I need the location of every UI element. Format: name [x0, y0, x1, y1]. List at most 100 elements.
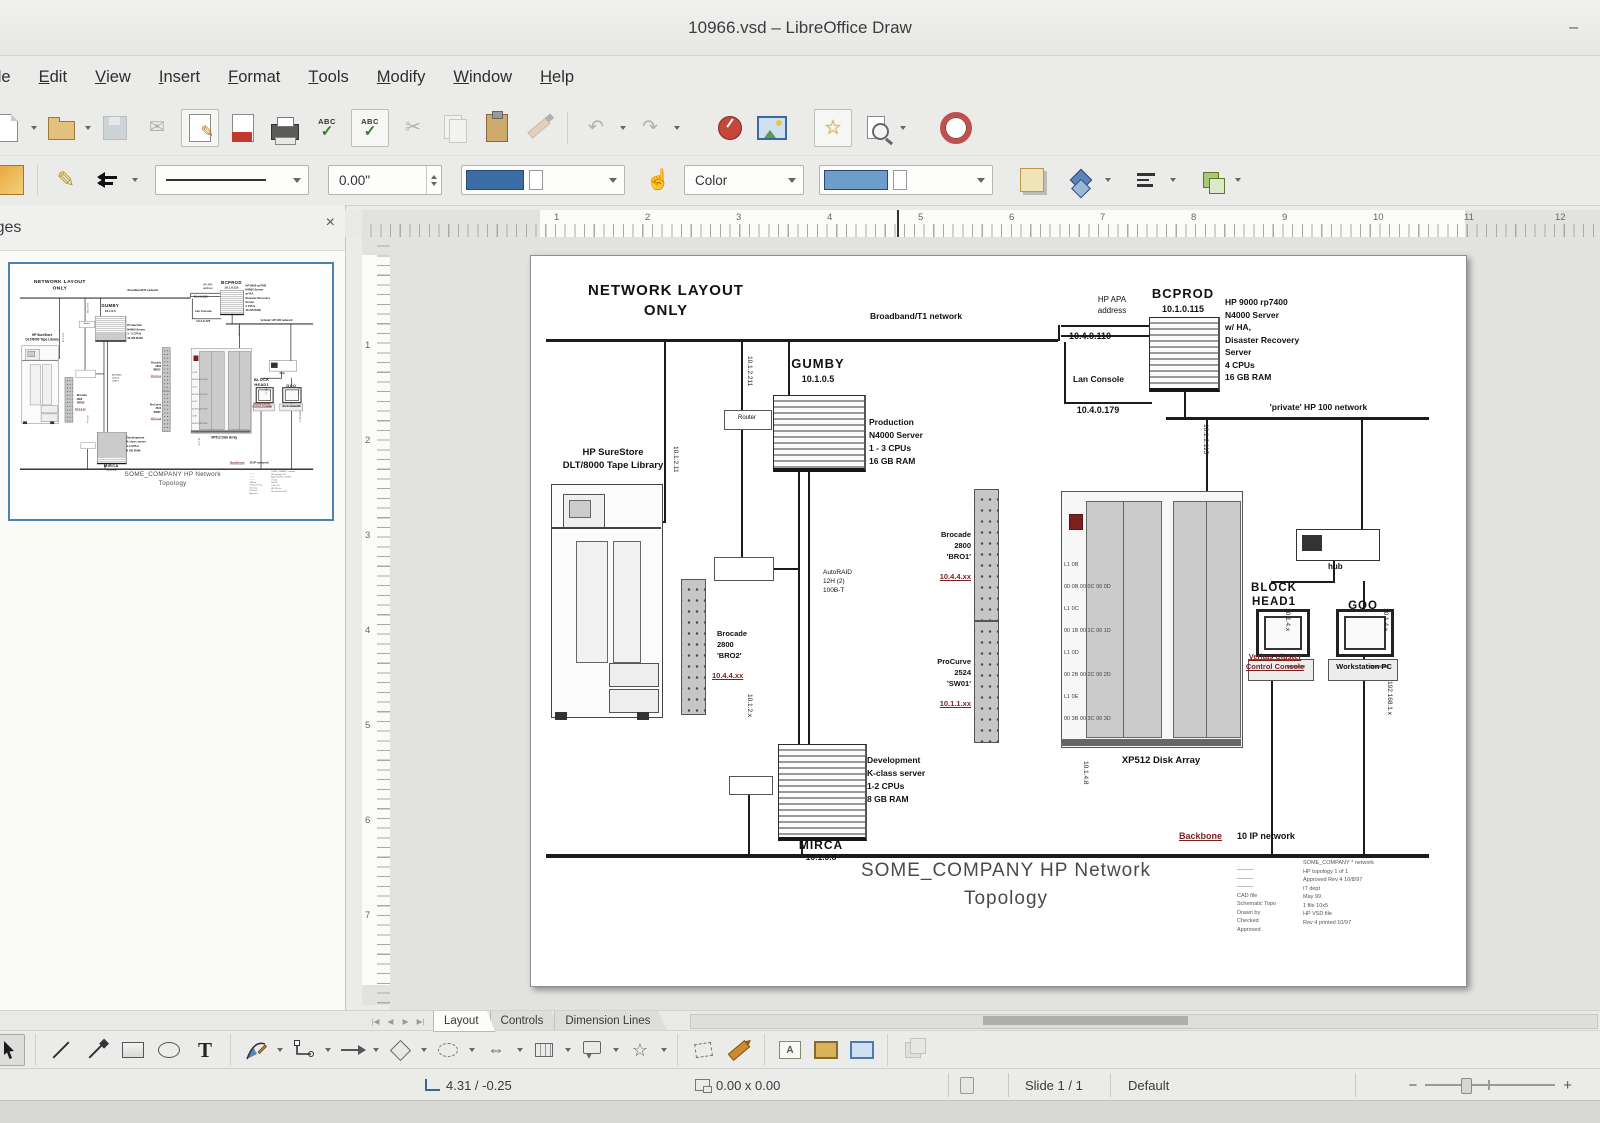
gallery-icon[interactable] [811, 1035, 841, 1065]
lines-arrows-dropdown-icon[interactable] [373, 1048, 379, 1052]
email-document-icon[interactable]: ✉ [139, 110, 175, 146]
symbol-shapes-tool-icon[interactable] [433, 1035, 463, 1065]
modified-indicator[interactable] [960, 1069, 974, 1101]
new-document-icon[interactable] [0, 110, 25, 146]
points-tool-icon[interactable] [688, 1035, 718, 1065]
redo-dropdown-icon[interactable] [674, 126, 680, 130]
copy-icon[interactable] [437, 110, 473, 146]
open-document-icon[interactable] [43, 110, 79, 146]
zoom-slider[interactable]: − + [1408, 1069, 1572, 1101]
clone-formatting-icon[interactable] [521, 110, 557, 146]
callouts-dropdown-icon[interactable] [613, 1048, 619, 1052]
flowchart-dropdown-icon[interactable] [565, 1048, 571, 1052]
zoom-page-icon[interactable] [858, 110, 894, 146]
zoom-dropdown-icon[interactable] [900, 126, 906, 130]
line-color-select[interactable] [461, 165, 625, 195]
curve-tool-icon[interactable] [241, 1035, 271, 1065]
redo-icon[interactable]: ↷ [632, 110, 668, 146]
menu-item-window[interactable]: Window [439, 55, 526, 100]
save-icon[interactable] [97, 110, 133, 146]
shadow-icon[interactable] [1014, 162, 1050, 198]
flowchart-tool-icon[interactable] [529, 1035, 559, 1065]
tab-controls[interactable]: Controls [490, 1011, 561, 1032]
tab-layout[interactable]: Layout [433, 1011, 496, 1032]
chart-icon[interactable] [712, 110, 748, 146]
undo-dropdown-icon[interactable] [620, 126, 626, 130]
menu-item-format[interactable]: Format [214, 55, 294, 100]
insert-image-icon[interactable] [754, 110, 790, 146]
open-dropdown-icon[interactable] [85, 126, 91, 130]
connector-dropdown-icon[interactable] [325, 1048, 331, 1052]
curve-dropdown-icon[interactable] [277, 1048, 283, 1052]
zoom-slider-thumb[interactable] [1461, 1078, 1472, 1094]
drawing-canvas[interactable]: NETWORK LAYOUT ONLYBroadband/T1 networkG… [390, 237, 1600, 1010]
new-dropdown-icon[interactable] [31, 126, 37, 130]
minimize-icon[interactable]: – [1569, 0, 1578, 55]
horizontal-ruler[interactable]: 123456789101112 [362, 210, 1600, 238]
tab-dimension-lines[interactable]: Dimension Lines [554, 1011, 667, 1032]
area-style-select[interactable]: Color [684, 165, 804, 195]
arrow-style-icon[interactable] [90, 162, 126, 198]
menu-item-help[interactable]: Help [526, 55, 588, 100]
vertical-ruler[interactable]: 1234567 [362, 237, 391, 1005]
alignment-dropdown-icon[interactable] [1170, 178, 1176, 182]
rectangle-tool-icon[interactable] [118, 1035, 148, 1065]
area-color-select[interactable] [819, 165, 993, 195]
zoom-in-icon[interactable]: + [1563, 1077, 1572, 1094]
block-arrows-tool-icon[interactable]: ⇔ [481, 1035, 511, 1065]
tab-nav-icon-1[interactable]: ◀ [383, 1013, 398, 1029]
menu-item-modify[interactable]: Modify [363, 55, 440, 100]
menu-item-file[interactable]: File [0, 55, 25, 100]
menu-item-view[interactable]: View [81, 55, 145, 100]
basic-shapes-tool-icon[interactable] [385, 1035, 415, 1065]
zoom-out-icon[interactable]: − [1408, 1077, 1417, 1094]
lines-arrows-tool-icon[interactable] [337, 1035, 367, 1065]
stepper-arrows[interactable] [426, 166, 441, 194]
connector-tool-icon[interactable] [289, 1035, 319, 1065]
edit-mode-icon[interactable]: ✎ [181, 109, 219, 147]
drawing-page[interactable]: NETWORK LAYOUT ONLYBroadband/T1 networkG… [530, 255, 1467, 987]
gluepoints-tool-icon[interactable] [724, 1035, 754, 1065]
tab-nav-icon-0[interactable]: |◀ [368, 1013, 383, 1029]
tab-nav-icon-3[interactable]: ▶| [413, 1013, 428, 1029]
crystal-dropdown-icon[interactable] [1105, 178, 1111, 182]
arrange-icon[interactable] [1193, 162, 1229, 198]
menu-item-tools[interactable]: Tools [294, 55, 362, 100]
auto-spellcheck-icon[interactable]: ABC✓ [351, 109, 389, 147]
menu-item-edit[interactable]: Edit [25, 55, 81, 100]
stars-tool-icon[interactable]: ☆ [625, 1035, 655, 1065]
spelling-icon[interactable]: ABC✓ [309, 110, 345, 146]
export-pdf-icon[interactable] [225, 110, 261, 146]
horizontal-scrollbar[interactable] [690, 1014, 1598, 1029]
help-lifebuoy-icon[interactable] [938, 110, 974, 146]
menu-item-insert[interactable]: Insert [145, 55, 214, 100]
styles-icon[interactable] [0, 162, 27, 198]
insert-ole-icon[interactable] [847, 1035, 877, 1065]
line-arrow-end-tool-icon[interactable] [82, 1035, 112, 1065]
line-tool-icon[interactable] [46, 1035, 76, 1065]
select-tool-icon[interactable] [0, 1034, 25, 1066]
line-width-stepper[interactable]: 0.00" [328, 165, 442, 195]
page-style[interactable]: Default [1128, 1069, 1169, 1101]
ellipse-tool-icon[interactable] [154, 1035, 184, 1065]
zoom-slider-track[interactable] [1425, 1084, 1555, 1086]
page-thumbnail[interactable]: NETWORK LAYOUT ONLYBroadband/T1 networkG… [8, 262, 334, 521]
arrange-dropdown-icon[interactable] [1235, 178, 1241, 182]
cut-icon[interactable]: ✂ [395, 110, 431, 146]
arrow-style-dropdown-icon[interactable] [132, 178, 138, 182]
print-icon[interactable] [267, 110, 303, 146]
pointer-hand-icon[interactable]: ☝ [640, 162, 676, 198]
crystal-3d-icon[interactable] [1063, 162, 1099, 198]
insert-frame-icon[interactable]: A [775, 1035, 805, 1065]
alignment-icon[interactable] [1128, 162, 1164, 198]
edit-points-icon[interactable]: ✎ [48, 162, 84, 198]
block-arrows-dropdown-icon[interactable] [517, 1048, 523, 1052]
close-icon[interactable]: × [326, 215, 335, 231]
paste-icon[interactable] [479, 110, 515, 146]
undo-icon[interactable]: ↶ [578, 110, 614, 146]
symbol-shapes-dropdown-icon[interactable] [469, 1048, 475, 1052]
scrollbar-thumb[interactable] [983, 1016, 1188, 1025]
text-tool-icon[interactable]: T [190, 1035, 220, 1065]
extrusion-icon[interactable] [898, 1035, 928, 1065]
callouts-tool-icon[interactable] [577, 1035, 607, 1065]
